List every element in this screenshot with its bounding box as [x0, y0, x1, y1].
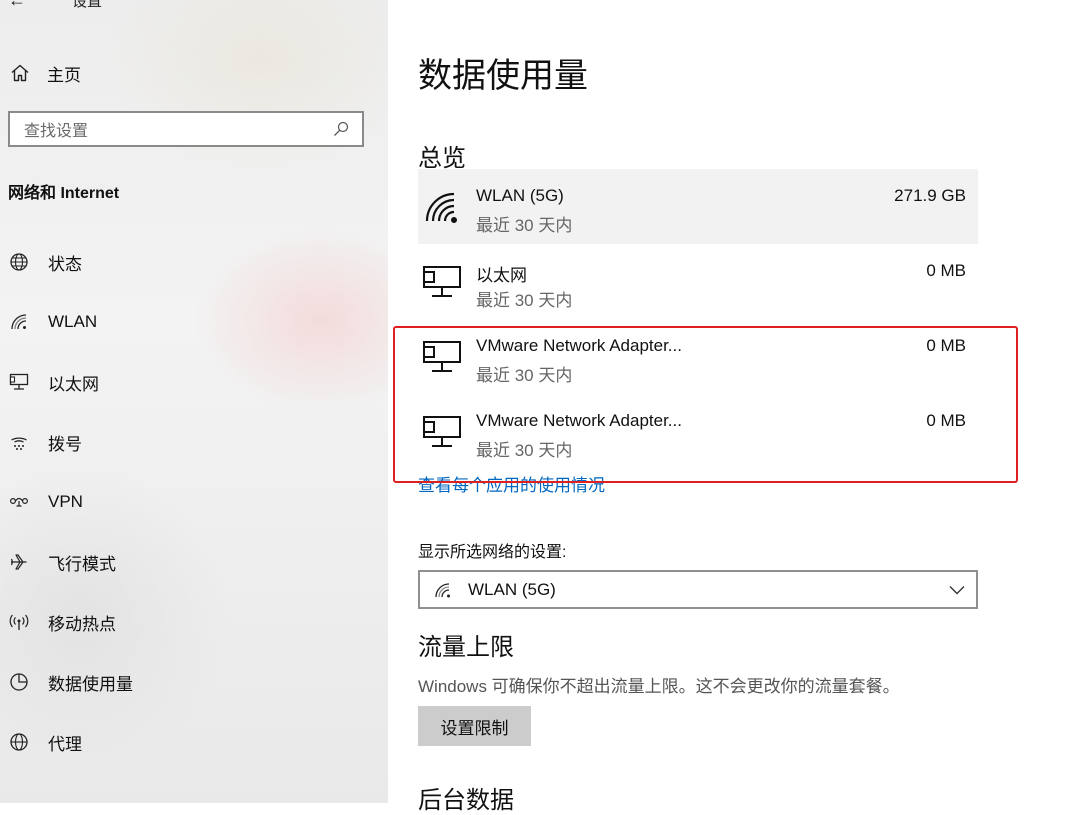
- home-icon: [8, 61, 32, 85]
- usage-list: WLAN (5G) 最近 30 天内 271.9 GB 以太网 最近 30 天内…: [418, 169, 978, 469]
- usage-item-ethernet[interactable]: 以太网 最近 30 天内 0 MB: [418, 244, 978, 319]
- sidebar-item-airplane[interactable]: 飞行模式: [0, 532, 388, 592]
- sidebar-item-hotspot[interactable]: 移动热点: [0, 592, 388, 652]
- ethernet-icon: [422, 339, 462, 375]
- data-usage-icon: [8, 671, 30, 693]
- usage-item-amount: 0 MB: [926, 411, 966, 430]
- network-select-dropdown[interactable]: WLAN (5G): [418, 570, 978, 609]
- sidebar-item-vpn[interactable]: VPN: [0, 472, 388, 532]
- sidebar-item-label: 移动热点: [48, 614, 116, 634]
- sidebar-item-ethernet[interactable]: 以太网: [0, 352, 388, 412]
- network-select-value: WLAN (5G): [468, 579, 556, 599]
- sidebar-item-label: 数据使用量: [48, 674, 133, 694]
- sidebar-item-label: 以太网: [48, 374, 99, 394]
- search-icon[interactable]: [332, 120, 350, 138]
- background-data-heading: 后台数据: [418, 787, 514, 814]
- search-input[interactable]: 查找设置: [8, 111, 364, 147]
- back-arrow-icon[interactable]: ←: [8, 0, 30, 11]
- home-nav-item[interactable]: 主页: [8, 60, 81, 86]
- sidebar-item-label: WLAN: [48, 312, 98, 331]
- search-placeholder: 查找设置: [24, 123, 89, 140]
- app-title: 设置: [72, 0, 103, 10]
- sidebar-item-dialup[interactable]: 拨号: [0, 412, 388, 472]
- overview-heading: 总览: [418, 145, 466, 172]
- sidebar-item-label: VPN: [48, 492, 83, 511]
- sidebar-item-wlan[interactable]: WLAN: [0, 292, 388, 352]
- hotspot-icon: [8, 611, 30, 633]
- usage-item-wlan[interactable]: WLAN (5G) 最近 30 天内 271.9 GB: [418, 169, 978, 244]
- usage-item-period: 最近 30 天内: [476, 441, 573, 460]
- usage-item-period: 最近 30 天内: [476, 216, 573, 235]
- data-limit-description: Windows 可确保你不超出流量上限。这不会更改你的流量套餐。: [418, 677, 900, 696]
- section-heading: 网络和 Internet: [8, 185, 120, 202]
- airplane-icon: [8, 551, 30, 573]
- sidebar-item-label: 代理: [48, 734, 82, 754]
- usage-item-amount: 0 MB: [926, 261, 966, 280]
- proxy-globe-icon: [8, 731, 30, 753]
- ethernet-icon: [422, 414, 462, 450]
- usage-item-period: 最近 30 天内: [476, 366, 573, 385]
- sidebar-item-data-usage[interactable]: 数据使用量: [0, 652, 388, 712]
- main-content: 数据使用量 总览 WLAN (5G) 最近 30 天内 271.9 GB 以太网…: [388, 0, 1073, 814]
- usage-item-amount: 271.9 GB: [894, 186, 966, 205]
- usage-item-name: WLAN (5G): [476, 186, 564, 205]
- ethernet-icon: [422, 264, 462, 300]
- data-limit-heading: 流量上限: [418, 634, 514, 661]
- usage-item-amount: 0 MB: [926, 336, 966, 355]
- dialup-icon: [8, 431, 30, 453]
- sidebar-item-label: 拨号: [48, 434, 82, 454]
- wifi-icon: [8, 311, 30, 333]
- usage-item-name: VMware Network Adapter...: [476, 411, 682, 430]
- sidebar-item-proxy[interactable]: 代理: [0, 712, 388, 772]
- home-label: 主页: [47, 65, 81, 85]
- vpn-icon: [8, 491, 30, 513]
- title-bar: ← 设置: [8, 0, 102, 12]
- globe-status-icon: [8, 251, 30, 273]
- page-title: 数据使用量: [418, 57, 588, 95]
- sidebar-nav: 状态 WLAN 以太网 拨号 VPN 飞行模式 移动热点 数据使用量 代理: [0, 232, 388, 772]
- usage-item-name: 以太网: [476, 266, 527, 285]
- sidebar-item-label: 状态: [48, 254, 82, 274]
- set-limit-button[interactable]: 设置限制: [418, 706, 531, 746]
- usage-item-period: 最近 30 天内: [476, 291, 573, 310]
- chevron-down-icon: [948, 581, 966, 599]
- usage-item-vmware-1[interactable]: VMware Network Adapter... 最近 30 天内 0 MB: [418, 319, 978, 394]
- wifi-icon: [422, 189, 462, 225]
- usage-item-name: VMware Network Adapter...: [476, 336, 682, 355]
- sidebar-item-status[interactable]: 状态: [0, 232, 388, 292]
- wifi-icon: [434, 580, 456, 600]
- sidebar: ← 设置 主页 查找设置 网络和 Internet 状态 WLAN: [0, 0, 388, 803]
- network-select-label: 显示所选网络的设置:: [418, 544, 567, 561]
- sidebar-item-label: 飞行模式: [48, 554, 116, 574]
- per-app-usage-link[interactable]: 查看每个应用的使用情况: [418, 471, 605, 496]
- ethernet-icon: [8, 371, 30, 393]
- usage-item-vmware-2[interactable]: VMware Network Adapter... 最近 30 天内 0 MB: [418, 394, 978, 469]
